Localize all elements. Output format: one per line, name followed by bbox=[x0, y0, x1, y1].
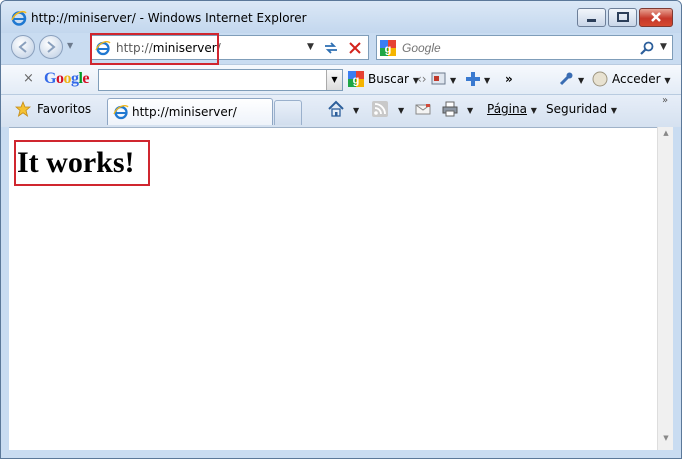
chevron-down-icon: ▼ bbox=[467, 106, 474, 115]
home-icon[interactable] bbox=[327, 100, 345, 118]
refresh-icon[interactable] bbox=[322, 39, 340, 57]
popup-blocker-icon[interactable] bbox=[431, 71, 447, 87]
search-button-label: Buscar bbox=[368, 72, 409, 86]
close-toolbar-icon[interactable]: × bbox=[23, 71, 34, 86]
chevron-down-icon: ▼ bbox=[610, 106, 618, 115]
tab-miniserver[interactable]: http://miniserver/ bbox=[107, 98, 273, 125]
chevron-down-icon: ▼ bbox=[530, 106, 537, 115]
toolbar-overflow-chevron[interactable]: » bbox=[505, 72, 513, 86]
print-icon[interactable] bbox=[441, 100, 459, 118]
search-provider-dropdown[interactable]: ▼ bbox=[660, 42, 667, 52]
maximize-button[interactable] bbox=[608, 8, 637, 27]
close-button[interactable] bbox=[639, 8, 673, 27]
ie-logo-icon bbox=[11, 10, 27, 26]
new-tab-button[interactable] bbox=[274, 100, 302, 125]
chevron-down-icon: ▼ bbox=[450, 76, 457, 85]
signin-button[interactable]: Acceder ▼ bbox=[612, 72, 671, 86]
back-button[interactable] bbox=[11, 35, 35, 59]
security-menu[interactable]: Seguridad ▼ bbox=[546, 102, 617, 116]
title-bar: http://miniserver/ - Windows Internet Ex… bbox=[1, 1, 681, 33]
minimize-button[interactable] bbox=[577, 8, 606, 27]
ie-tab-icon bbox=[113, 105, 129, 120]
scroll-down-icon[interactable]: ▼ bbox=[658, 434, 674, 448]
svg-text:g: g bbox=[353, 75, 360, 87]
vertical-scrollbar[interactable]: ▲ ▼ bbox=[657, 127, 674, 450]
search-box[interactable]: g ▼ bbox=[376, 35, 673, 60]
print-dropdown[interactable]: ▼ bbox=[467, 102, 473, 116]
security-menu-label: Seguridad bbox=[546, 102, 608, 116]
google-search-button[interactable]: Buscar ▼ bbox=[368, 72, 419, 86]
rss-dropdown[interactable]: ▼ bbox=[398, 102, 404, 116]
stop-icon[interactable] bbox=[346, 39, 364, 57]
chevron-down-icon: ▼ bbox=[484, 76, 491, 85]
address-highlight-box bbox=[90, 33, 219, 65]
browser-window: http://miniserver/ - Windows Internet Ex… bbox=[0, 0, 682, 459]
toolbar-separator-icon: ‹› bbox=[417, 72, 427, 86]
google-toolbar: × Google ▼ g Buscar ▼ ‹› ▼ ▼ » ▼ Acceder… bbox=[1, 64, 681, 95]
wrench-icon[interactable] bbox=[558, 71, 574, 87]
frame-right bbox=[673, 127, 681, 450]
add-button-icon[interactable] bbox=[465, 71, 481, 87]
signin-label: Acceder bbox=[612, 72, 661, 86]
minimize-icon bbox=[587, 19, 596, 22]
back-arrow-icon bbox=[18, 41, 27, 53]
close-icon bbox=[651, 12, 661, 22]
home-dropdown[interactable]: ▼ bbox=[353, 102, 359, 116]
svg-text:g: g bbox=[385, 44, 392, 56]
add-dropdown[interactable]: ▼ bbox=[484, 72, 490, 86]
google-search-input[interactable]: ▼ bbox=[98, 69, 343, 91]
google-search-icon: g bbox=[348, 71, 364, 87]
tab-and-command-bar: Favoritos http://miniserver/ ▼ ▼ ▼ Págin… bbox=[1, 94, 681, 127]
google-search-dropdown[interactable]: ▼ bbox=[326, 70, 342, 90]
mail-icon[interactable] bbox=[414, 100, 432, 118]
window-bottom-frame bbox=[1, 450, 681, 458]
scroll-up-icon[interactable]: ▲ bbox=[658, 129, 674, 143]
rss-feed-icon[interactable] bbox=[371, 100, 389, 118]
forward-button[interactable] bbox=[39, 35, 63, 59]
forward-arrow-icon bbox=[47, 41, 56, 53]
address-dropdown-icon[interactable]: ▼ bbox=[307, 42, 314, 52]
frame-left bbox=[1, 127, 9, 450]
window-title: http://miniserver/ - Windows Internet Ex… bbox=[31, 11, 307, 25]
page-menu-label: Página bbox=[487, 102, 527, 116]
google-logo-icon: g bbox=[380, 40, 396, 56]
page-menu[interactable]: Página ▼ bbox=[487, 102, 537, 116]
recent-pages-dropdown[interactable]: ▼ bbox=[67, 41, 73, 50]
maximize-icon bbox=[617, 12, 629, 22]
favorites-label: Favoritos bbox=[37, 102, 92, 116]
command-overflow-chevron[interactable]: » bbox=[662, 95, 668, 106]
popup-dropdown[interactable]: ▼ bbox=[450, 72, 456, 86]
heading-highlight-box bbox=[14, 140, 150, 186]
chevron-down-icon: ▼ bbox=[664, 76, 671, 85]
search-input[interactable] bbox=[402, 41, 632, 55]
google-toolbar-logo: Google bbox=[44, 70, 90, 87]
tab-label: http://miniserver/ bbox=[132, 105, 237, 119]
search-icon[interactable] bbox=[639, 40, 655, 56]
star-icon bbox=[15, 101, 31, 117]
chevron-down-icon: ▼ bbox=[398, 106, 405, 115]
chevron-down-icon: ▼ bbox=[578, 76, 585, 85]
wrench-dropdown[interactable]: ▼ bbox=[578, 72, 584, 86]
user-avatar-icon bbox=[592, 71, 608, 87]
chevron-down-icon: ▼ bbox=[353, 106, 360, 115]
